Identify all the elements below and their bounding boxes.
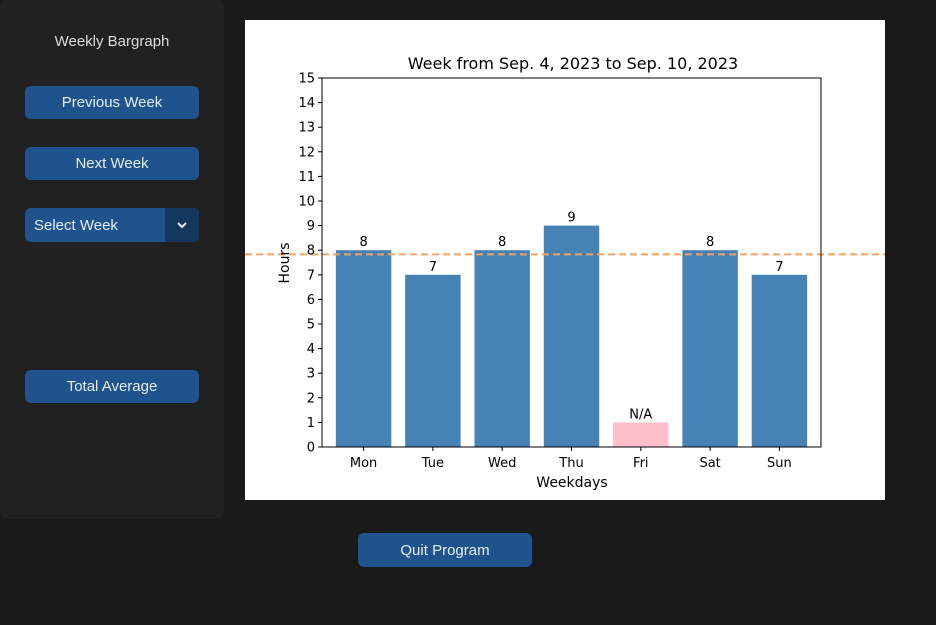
x-tick-label: Sun [767,456,792,471]
y-tick-label: 8 [307,244,315,259]
chart-title: Week from Sep. 4, 2023 to Sep. 10, 2023 [408,54,738,73]
y-tick-label: 5 [307,318,315,333]
x-tick-label: Thu [558,456,583,471]
y-tick-label: 2 [307,391,315,406]
bar-tue [405,274,461,447]
x-tick-label: Sat [699,456,720,471]
bar-value-label: 8 [359,235,367,250]
select-week-value[interactable]: Select Week [25,208,165,242]
bar-value-label: 8 [706,235,714,250]
x-tick-label: Mon [350,456,377,471]
y-tick-label: 13 [298,121,315,136]
previous-week-button[interactable]: Previous Week [25,86,199,119]
y-tick-label: 6 [307,293,315,308]
chart-panel: Week from Sep. 4, 2023 to Sep. 10, 2023 … [245,20,885,500]
bar-sun [751,274,808,447]
x-tick-label: Tue [421,456,444,471]
bar-value-label: N/A [629,407,652,422]
sidebar: Weekly Bargraph Previous Week Next Week … [0,0,224,519]
y-axis-label: Hours [277,242,293,283]
bar-fri [613,422,669,447]
y-tick-label: 3 [307,367,315,382]
y-tick-label: 4 [307,342,315,357]
bar-value-label: 7 [429,260,437,275]
bar-mon [335,250,392,447]
x-tick-label: Wed [488,456,516,471]
bars-group: 8 7 8 9 N/A 8 7 [245,211,885,447]
bar-value-label: 9 [567,211,575,226]
bar-chart: Week from Sep. 4, 2023 to Sep. 10, 2023 … [245,54,885,491]
y-tick-label: 12 [298,145,315,160]
y-axis: 0123456789101112131415 [298,72,322,456]
y-tick-label: 15 [298,72,315,87]
bar-thu [543,225,600,447]
sidebar-title: Weekly Bargraph [54,33,170,50]
y-tick-label: 14 [298,96,315,111]
bar-sat [682,250,738,447]
x-axis-label: Weekdays [536,475,607,491]
chevron-down-icon[interactable] [165,208,199,242]
x-axis: Mon Tue Wed Thu Fri Sat Sun [350,447,792,471]
bar-wed [474,250,530,447]
y-tick-label: 10 [298,195,315,210]
quit-program-button[interactable]: Quit Program [358,533,532,567]
x-tick-label: Fri [633,456,649,471]
y-tick-label: 11 [298,170,315,185]
y-tick-label: 1 [307,416,315,431]
y-tick-label: 0 [307,441,315,456]
bar-value-label: 8 [498,235,506,250]
y-tick-label: 7 [307,268,315,283]
total-average-button[interactable]: Total Average [25,370,199,403]
y-tick-label: 9 [307,219,315,234]
select-week-dropdown[interactable]: Select Week [25,208,199,242]
bar-value-label: 7 [775,260,783,275]
next-week-button[interactable]: Next Week [25,147,199,180]
